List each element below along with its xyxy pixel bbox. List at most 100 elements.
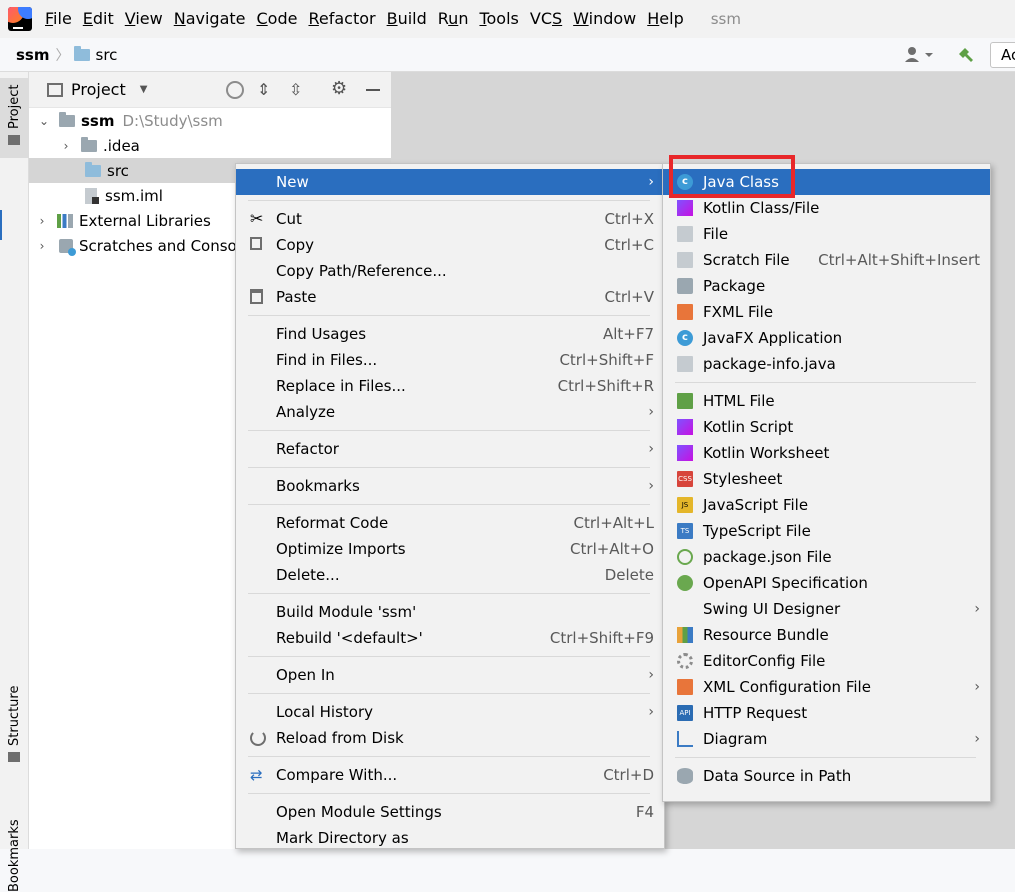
separator	[675, 382, 976, 383]
menu-file[interactable]: File	[42, 0, 80, 38]
locate-icon[interactable]	[226, 81, 244, 99]
breadcrumb-separator-icon: 〉	[55, 47, 70, 64]
submenu-arrow-icon: ›	[974, 731, 980, 747]
menu-item-stylesheet[interactable]: CSS Stylesheet	[663, 466, 990, 492]
menu-item-open-in[interactable]: Open In ›	[236, 662, 664, 688]
menu-tools[interactable]: Tools	[476, 0, 526, 38]
reload-icon	[250, 730, 266, 746]
menu-item-find-usages[interactable]: Find Usages Alt+F7	[236, 321, 664, 347]
menu-item-find-in-files[interactable]: Find in Files... Ctrl+Shift+F	[236, 347, 664, 373]
menu-item-refactor[interactable]: Refactor ›	[236, 436, 664, 462]
menu-item-scratch-file[interactable]: Scratch File Ctrl+Alt+Shift+Insert	[663, 247, 990, 273]
separator	[248, 693, 650, 694]
gear-icon[interactable]: ⚙	[331, 78, 347, 99]
menu-item-kotlin-class[interactable]: Kotlin Class/File	[663, 195, 990, 221]
menu-build[interactable]: Build	[384, 0, 435, 38]
menu-item-diagram[interactable]: Diagram ›	[663, 726, 990, 752]
menu-item-rebuild[interactable]: Rebuild '<default>' Ctrl+Shift+F9	[236, 625, 664, 651]
menu-item-javafx-app[interactable]: c JavaFX Application	[663, 325, 990, 351]
collapsed-arrow-icon[interactable]: ›	[33, 214, 51, 228]
submenu-arrow-icon: ›	[974, 601, 980, 617]
separator	[248, 793, 650, 794]
menu-item-cut[interactable]: ✂ Cut Ctrl+X	[236, 206, 664, 232]
separator	[248, 593, 650, 594]
kotlin-worksheet-icon	[677, 445, 693, 461]
menu-item-reformat[interactable]: Reformat Code Ctrl+Alt+L	[236, 510, 664, 536]
menu-item-file[interactable]: File	[663, 221, 990, 247]
tab-bookmarks[interactable]: Bookmarks	[0, 792, 29, 892]
separator	[675, 757, 976, 758]
menu-navigate[interactable]: Navigate	[171, 0, 254, 38]
menu-item-fxml-file[interactable]: FXML File	[663, 299, 990, 325]
menu-item-package-info[interactable]: package-info.java	[663, 351, 990, 377]
menu-window[interactable]: Window	[570, 0, 644, 38]
minimize-icon[interactable]	[366, 89, 380, 91]
menu-item-mark-directory[interactable]: Mark Directory as	[236, 825, 664, 848]
vcs-user-icon[interactable]	[903, 46, 935, 64]
separator	[248, 656, 650, 657]
tree-item-idea[interactable]: › .idea	[29, 133, 391, 158]
breadcrumb-project[interactable]: ssm	[16, 46, 50, 64]
menu-item-analyze[interactable]: Analyze ›	[236, 399, 664, 425]
tab-structure[interactable]: Structure	[0, 682, 29, 772]
build-hammer-icon[interactable]	[956, 44, 976, 64]
menu-help[interactable]: Help	[644, 0, 691, 38]
menu-item-copy-path[interactable]: Copy Path/Reference...	[236, 258, 664, 284]
menu-item-kotlin-script[interactable]: Kotlin Script	[663, 414, 990, 440]
intellij-logo-icon	[8, 7, 32, 31]
compare-icon: ⇄	[250, 766, 263, 784]
expanded-arrow-icon[interactable]: ⌄	[35, 114, 53, 128]
menu-item-data-source[interactable]: Data Source in Path	[663, 763, 990, 789]
separator	[248, 430, 650, 431]
menu-item-swing-ui[interactable]: Swing UI Designer ›	[663, 596, 990, 622]
tab-project[interactable]: Project	[0, 78, 29, 158]
menu-item-package[interactable]: Package	[663, 273, 990, 299]
collapsed-arrow-icon[interactable]: ›	[33, 239, 51, 253]
submenu-arrow-icon: ›	[648, 704, 654, 720]
menu-item-replace-in-files[interactable]: Replace in Files... Ctrl+Shift+R	[236, 373, 664, 399]
menu-item-bookmarks[interactable]: Bookmarks ›	[236, 473, 664, 499]
menu-item-reload[interactable]: Reload from Disk	[236, 725, 664, 751]
menu-code[interactable]: Code	[254, 0, 306, 38]
expand-all-icon[interactable]: ⇕	[257, 80, 270, 99]
menu-item-optimize-imports[interactable]: Optimize Imports Ctrl+Alt+O	[236, 536, 664, 562]
menu-item-local-history[interactable]: Local History ›	[236, 699, 664, 725]
menu-item-build-module[interactable]: Build Module 'ssm'	[236, 599, 664, 625]
collapse-all-icon[interactable]: ⇳	[289, 80, 302, 99]
menu-item-compare[interactable]: ⇄ Compare With... Ctrl+D	[236, 762, 664, 788]
breadcrumb-folder[interactable]: src	[73, 46, 117, 64]
menu-view[interactable]: View	[122, 0, 171, 38]
menu-refactor[interactable]: Refactor	[305, 0, 383, 38]
menu-item-package-json[interactable]: package.json File	[663, 544, 990, 570]
menu-item-module-settings[interactable]: Open Module Settings F4	[236, 799, 664, 825]
database-icon	[677, 768, 693, 784]
menu-item-xml-config[interactable]: XML Configuration File ›	[663, 674, 990, 700]
collapsed-arrow-icon[interactable]: ›	[57, 139, 75, 153]
left-tool-stripe: Project Structure Bookmarks	[0, 72, 29, 892]
tree-item-ssm[interactable]: ⌄ ssm D:\Study\ssm	[29, 108, 391, 133]
package-icon	[677, 278, 693, 294]
nodejs-icon	[677, 549, 693, 565]
submenu-arrow-icon: ›	[648, 478, 654, 494]
menu-item-new[interactable]: New ›	[236, 169, 664, 195]
menu-run[interactable]: Run	[435, 0, 477, 38]
menu-item-delete[interactable]: Delete... Delete	[236, 562, 664, 588]
submenu-arrow-icon: ›	[648, 174, 654, 190]
separator	[248, 200, 650, 201]
menu-item-typescript-file[interactable]: TS TypeScript File	[663, 518, 990, 544]
menu-item-html-file[interactable]: HTML File	[663, 388, 990, 414]
menu-item-paste[interactable]: Paste Ctrl+V	[236, 284, 664, 310]
menu-item-javascript-file[interactable]: JS JavaScript File	[663, 492, 990, 518]
run-configuration-select[interactable]: Ac	[990, 42, 1015, 68]
menu-item-openapi[interactable]: OpenAPI Specification	[663, 570, 990, 596]
menu-edit[interactable]: Edit	[80, 0, 122, 38]
menu-item-resource-bundle[interactable]: Resource Bundle	[663, 622, 990, 648]
submenu-arrow-icon: ›	[974, 679, 980, 695]
menu-item-http-request[interactable]: API HTTP Request	[663, 700, 990, 726]
menu-item-editorconfig[interactable]: EditorConfig File	[663, 648, 990, 674]
menu-item-kotlin-worksheet[interactable]: Kotlin Worksheet	[663, 440, 990, 466]
dropdown-arrow-icon[interactable]: ▼	[140, 84, 148, 95]
menu-vcs[interactable]: VCS	[527, 0, 570, 38]
project-panel-title[interactable]: Project	[71, 80, 126, 99]
menu-item-copy[interactable]: Copy Ctrl+C	[236, 232, 664, 258]
